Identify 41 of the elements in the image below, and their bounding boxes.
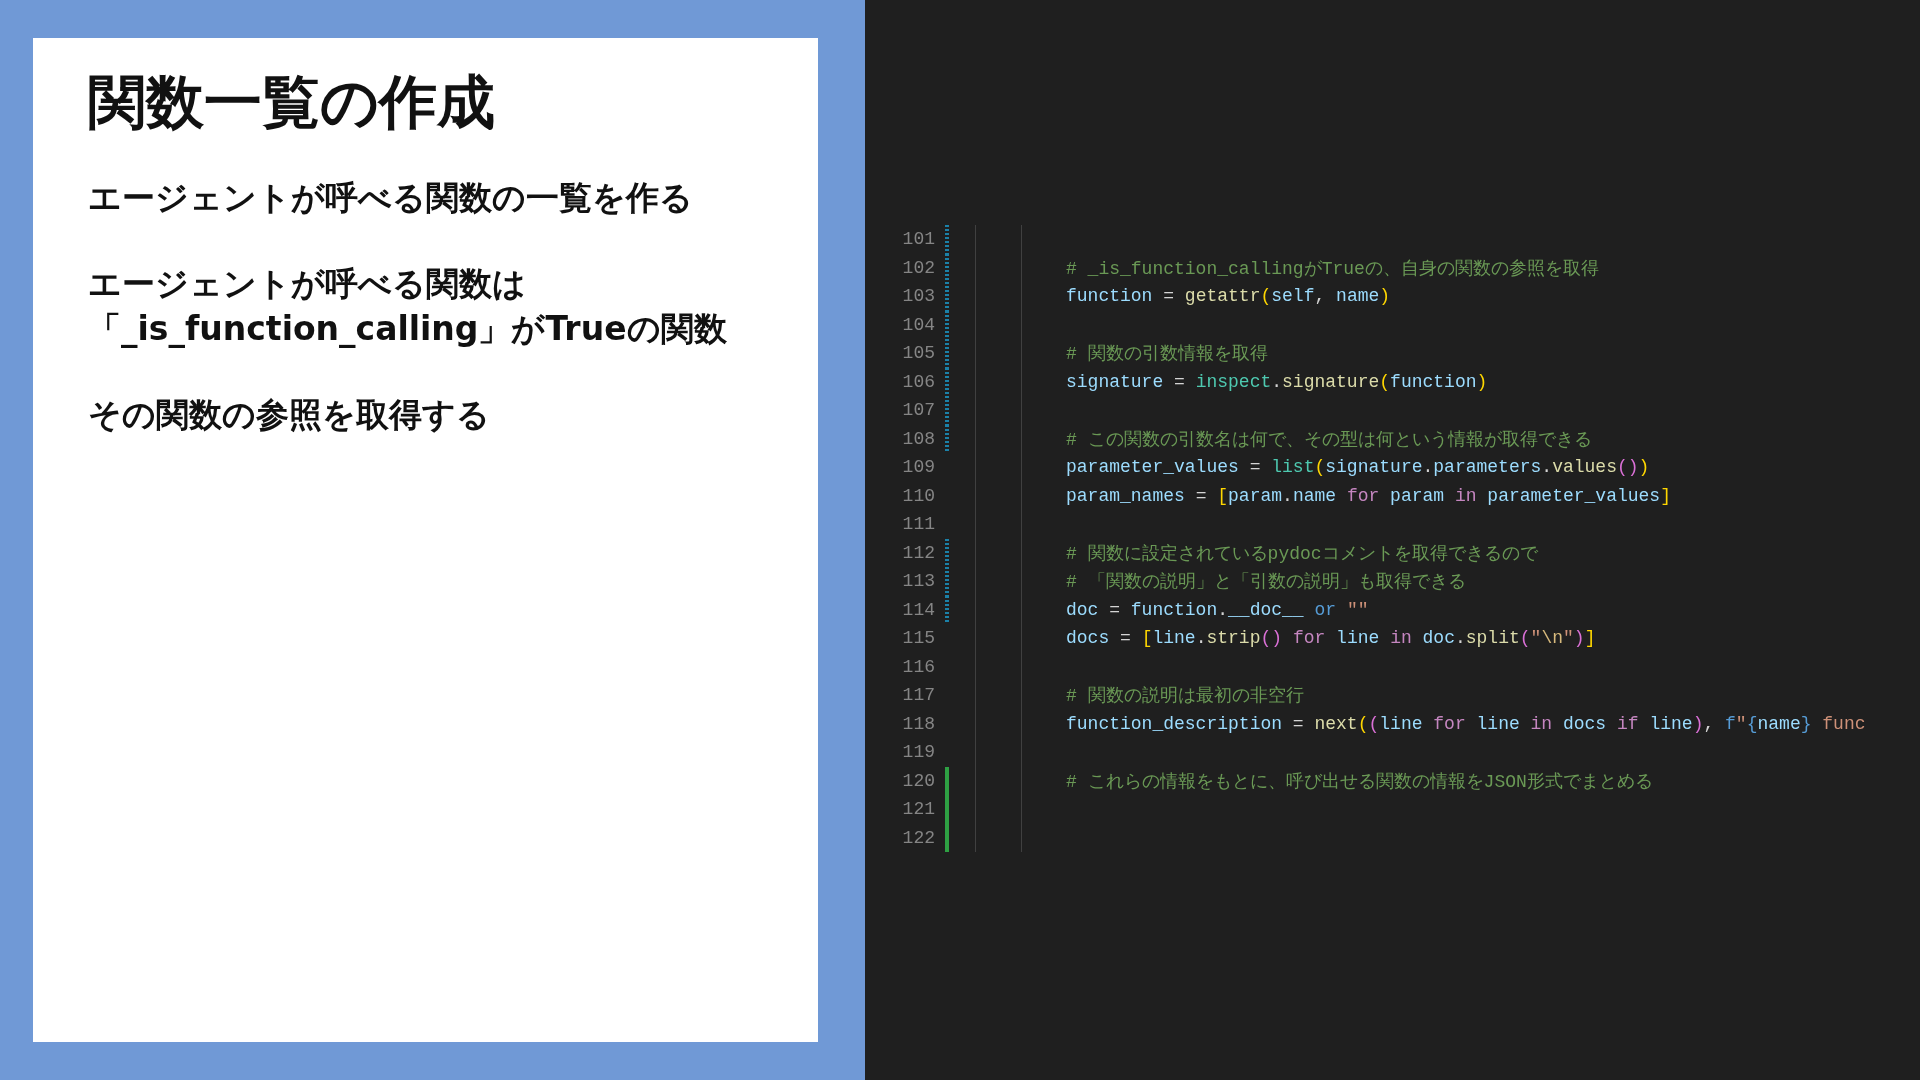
- slide-text: 「_is_function_calling」がTrueの関数: [88, 307, 727, 350]
- line-number: 118: [901, 713, 935, 734]
- line-number: 101: [901, 229, 935, 250]
- code-line: signature = inspect.signature(function): [1066, 371, 1488, 392]
- code-line: doc = function.__doc__ or "": [1066, 599, 1369, 620]
- code-line: parameter_values = list(signature.parameters.values()): [1066, 457, 1650, 478]
- code-line: # 関数の引数情報を取得: [1066, 343, 1268, 366]
- code-line: # 「関数の説明」と「引数の説明」も取得できる: [1066, 571, 1466, 594]
- code-line: # _is_function_callingがTrueの、自身の関数の参照を取得: [1066, 257, 1599, 280]
- line-number: 106: [901, 371, 935, 392]
- line-number: 112: [901, 542, 935, 563]
- line-number: 109: [901, 457, 935, 478]
- line-number: 107: [901, 400, 935, 421]
- code-line: # 関数の説明は最初の非空行: [1066, 685, 1304, 708]
- line-number: 116: [901, 656, 935, 677]
- line-number: 114: [901, 599, 935, 620]
- line-number: 108: [901, 428, 935, 449]
- slide-title: 関数一覧の作成: [88, 68, 496, 138]
- line-number: 111: [901, 514, 935, 535]
- slide-text: エージェントが呼べる関数は: [88, 263, 526, 306]
- line-number: 117: [901, 685, 935, 706]
- code-line: # この関数の引数名は何で、その型は何という情報が取得できる: [1066, 428, 1592, 451]
- code-line: function = getattr(self, name): [1066, 286, 1391, 307]
- code-line: # これらの情報をもとに、呼び出せる関数の情報をJSON形式でまとめる: [1066, 770, 1653, 793]
- slide-text: エージェントが呼べる関数の一覧を作る: [88, 176, 693, 219]
- line-number: 119: [901, 742, 935, 763]
- line-number: 105: [901, 343, 935, 364]
- line-number: 104: [901, 314, 935, 335]
- code-line: # 関数に設定されているpydocコメントを取得できるので: [1066, 542, 1538, 565]
- code-line: param_names = [param.name for param in parameter_values]: [1066, 485, 1671, 506]
- line-number: 102: [901, 257, 935, 278]
- line-number: 120: [901, 770, 935, 791]
- line-number: 103: [901, 286, 935, 307]
- line-number: 122: [901, 827, 935, 848]
- line-number: 121: [901, 799, 935, 820]
- slide-text: その関数の参照を取得する: [88, 394, 490, 437]
- code-line: docs = [line.strip() for line in doc.split("\n")]: [1066, 628, 1596, 649]
- line-number: 110: [901, 485, 935, 506]
- code-line: function_description = next((line for line in docs if line), f"{name} func: [1066, 713, 1866, 734]
- line-number: 113: [901, 571, 935, 592]
- line-number: 115: [901, 628, 935, 649]
